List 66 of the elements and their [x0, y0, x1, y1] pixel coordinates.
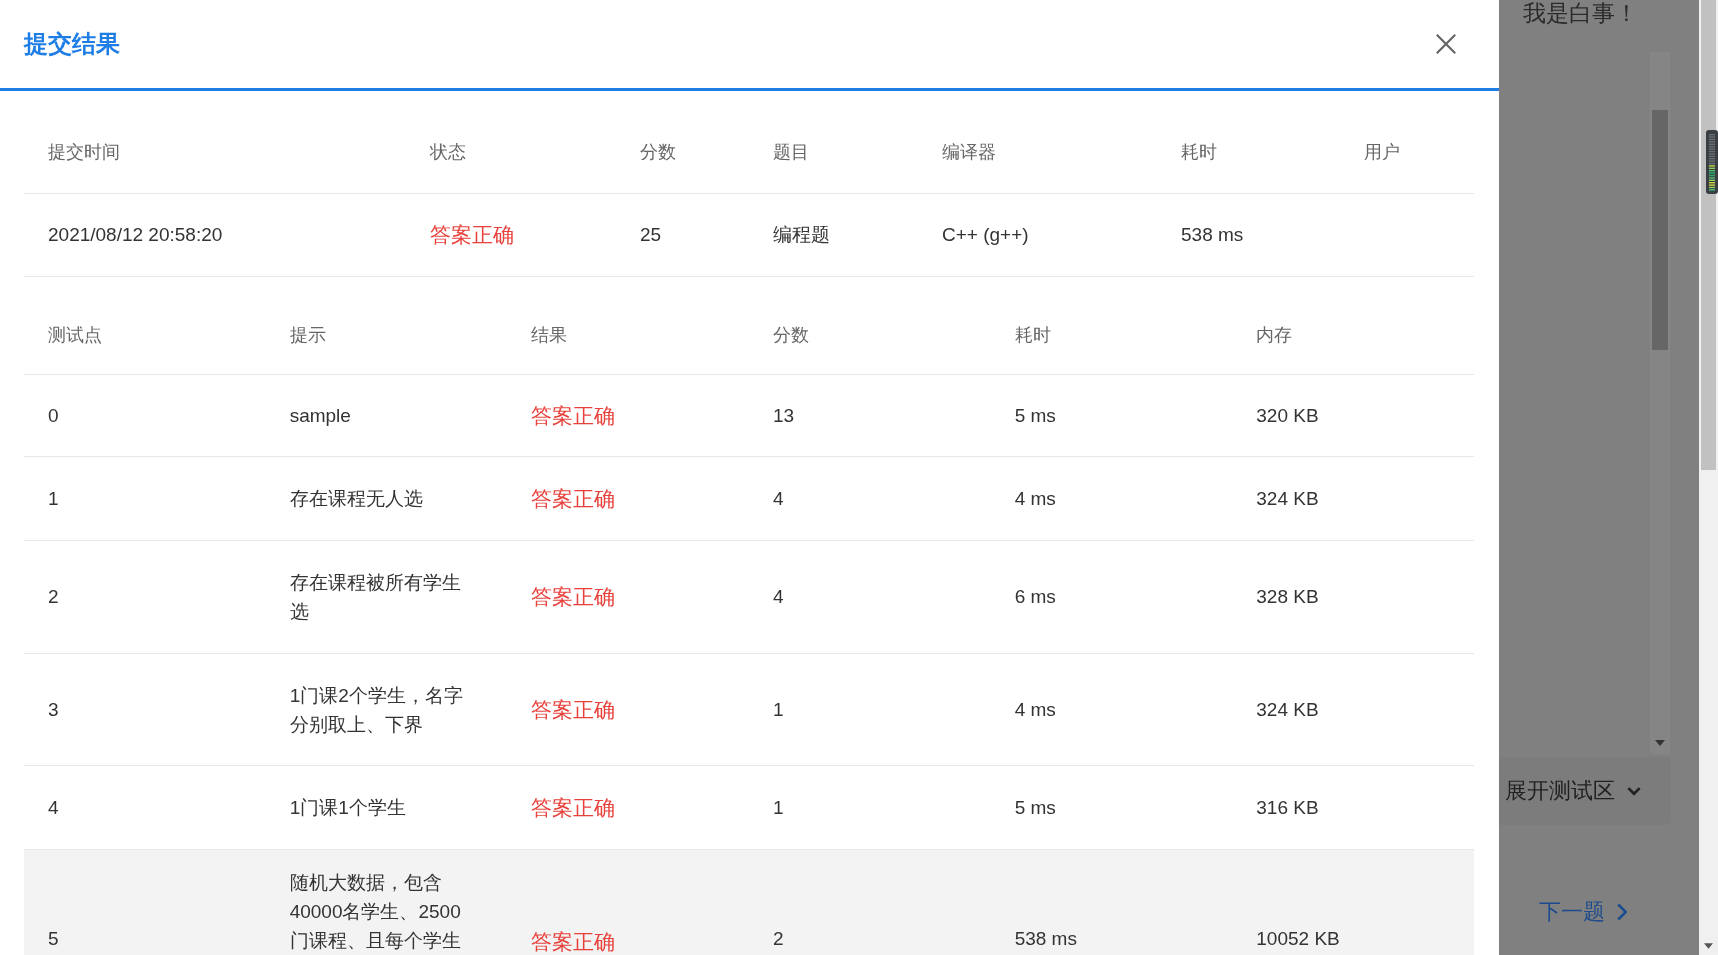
- table-cell: 10052 KB: [1256, 928, 1340, 949]
- column-header: 提交时间: [48, 141, 120, 162]
- table-cell: 5 ms: [1014, 796, 1056, 818]
- status-text: 答案正确: [531, 795, 616, 819]
- table-cell-text: 1门课1个学生: [289, 796, 407, 820]
- status-text: 答案正确: [531, 697, 616, 721]
- table-cell: 3: [48, 698, 59, 720]
- table-cell-text: sample: [289, 404, 352, 428]
- expand-button[interactable]: 展开测试区: [1499, 757, 1671, 825]
- column-header: 结果: [531, 324, 568, 345]
- table-cell: 2021/08/12 20:58:20: [48, 224, 223, 245]
- column-header: 分数: [640, 141, 676, 162]
- column-header: 耗时: [1181, 141, 1217, 162]
- table-cell: 2: [772, 928, 784, 949]
- chevron-right-icon: [1617, 903, 1627, 921]
- table-cell: 324 KB: [1256, 698, 1319, 720]
- table-cell: 编程题: [773, 224, 830, 245]
- column-header: 耗时: [1014, 324, 1051, 345]
- status-text: 答案正确: [531, 585, 616, 608]
- table-cell: 25: [640, 224, 662, 245]
- table-cell: 320 KB: [1256, 404, 1319, 426]
- column-header: 测试点: [48, 324, 102, 345]
- table-cell: 4: [772, 487, 784, 509]
- close-icon[interactable]: [1435, 33, 1457, 55]
- table-cell: 5 ms: [1014, 404, 1056, 426]
- table-cell-text: 随机大数据，包含40000名学生、2500门课程、且每个学生: [289, 871, 462, 953]
- status-text: 答案正确: [430, 223, 514, 246]
- table-cell: 328 KB: [1256, 586, 1319, 607]
- table-cell: 1: [48, 487, 59, 509]
- status-text: 答案正确: [531, 486, 616, 510]
- table-cell: 4: [772, 586, 784, 607]
- table-cell: 13: [772, 404, 795, 426]
- table-cell: C++ (g++): [942, 224, 1029, 245]
- scrollbar[interactable]: [1650, 52, 1670, 754]
- table-cell: 4 ms: [1014, 487, 1056, 509]
- table-cell: 2: [48, 586, 59, 607]
- status-text: 答案正确: [531, 403, 616, 427]
- table-cell: 1: [772, 698, 784, 720]
- table-cell: 4 ms: [1014, 698, 1056, 720]
- scroll-down-icon[interactable]: [1655, 740, 1665, 746]
- column-header: 提示: [289, 324, 326, 345]
- page-heading: 我是白事！: [1523, 0, 1638, 28]
- table-cell-text: 存在课程被所有学生选: [289, 571, 462, 624]
- column-header: 用户: [1364, 141, 1400, 162]
- table-cell: 1: [772, 796, 784, 818]
- chevron-down-icon: [1627, 786, 1641, 796]
- column-header: 分数: [772, 324, 809, 345]
- dialog-title: 提交结果: [24, 29, 120, 59]
- table-cell: 4: [48, 796, 59, 818]
- table-cell: 5: [48, 928, 59, 949]
- column-header: 状态: [430, 141, 466, 162]
- column-header: 内存: [1256, 324, 1293, 345]
- table-cell: 0: [48, 404, 59, 426]
- page-scrollbar[interactable]: [1699, 0, 1718, 955]
- table-cell: 6 ms: [1014, 586, 1056, 607]
- next-link[interactable]: 下一题: [1539, 897, 1627, 927]
- table-cell: 324 KB: [1256, 487, 1319, 509]
- status-text: 答案正确: [531, 930, 616, 953]
- table-cell: 538 ms: [1014, 928, 1077, 949]
- table-cell: 538 ms: [1181, 224, 1244, 245]
- table-cell-text: 存在课程无人选: [289, 487, 424, 511]
- scroll-down-icon[interactable]: [1704, 943, 1713, 949]
- table-cell-text: 1门课2个学生，名字分别取上、下界: [289, 683, 464, 737]
- column-header: 编译器: [942, 141, 996, 162]
- column-header: 题目: [773, 141, 809, 162]
- table-cell: 316 KB: [1256, 796, 1319, 818]
